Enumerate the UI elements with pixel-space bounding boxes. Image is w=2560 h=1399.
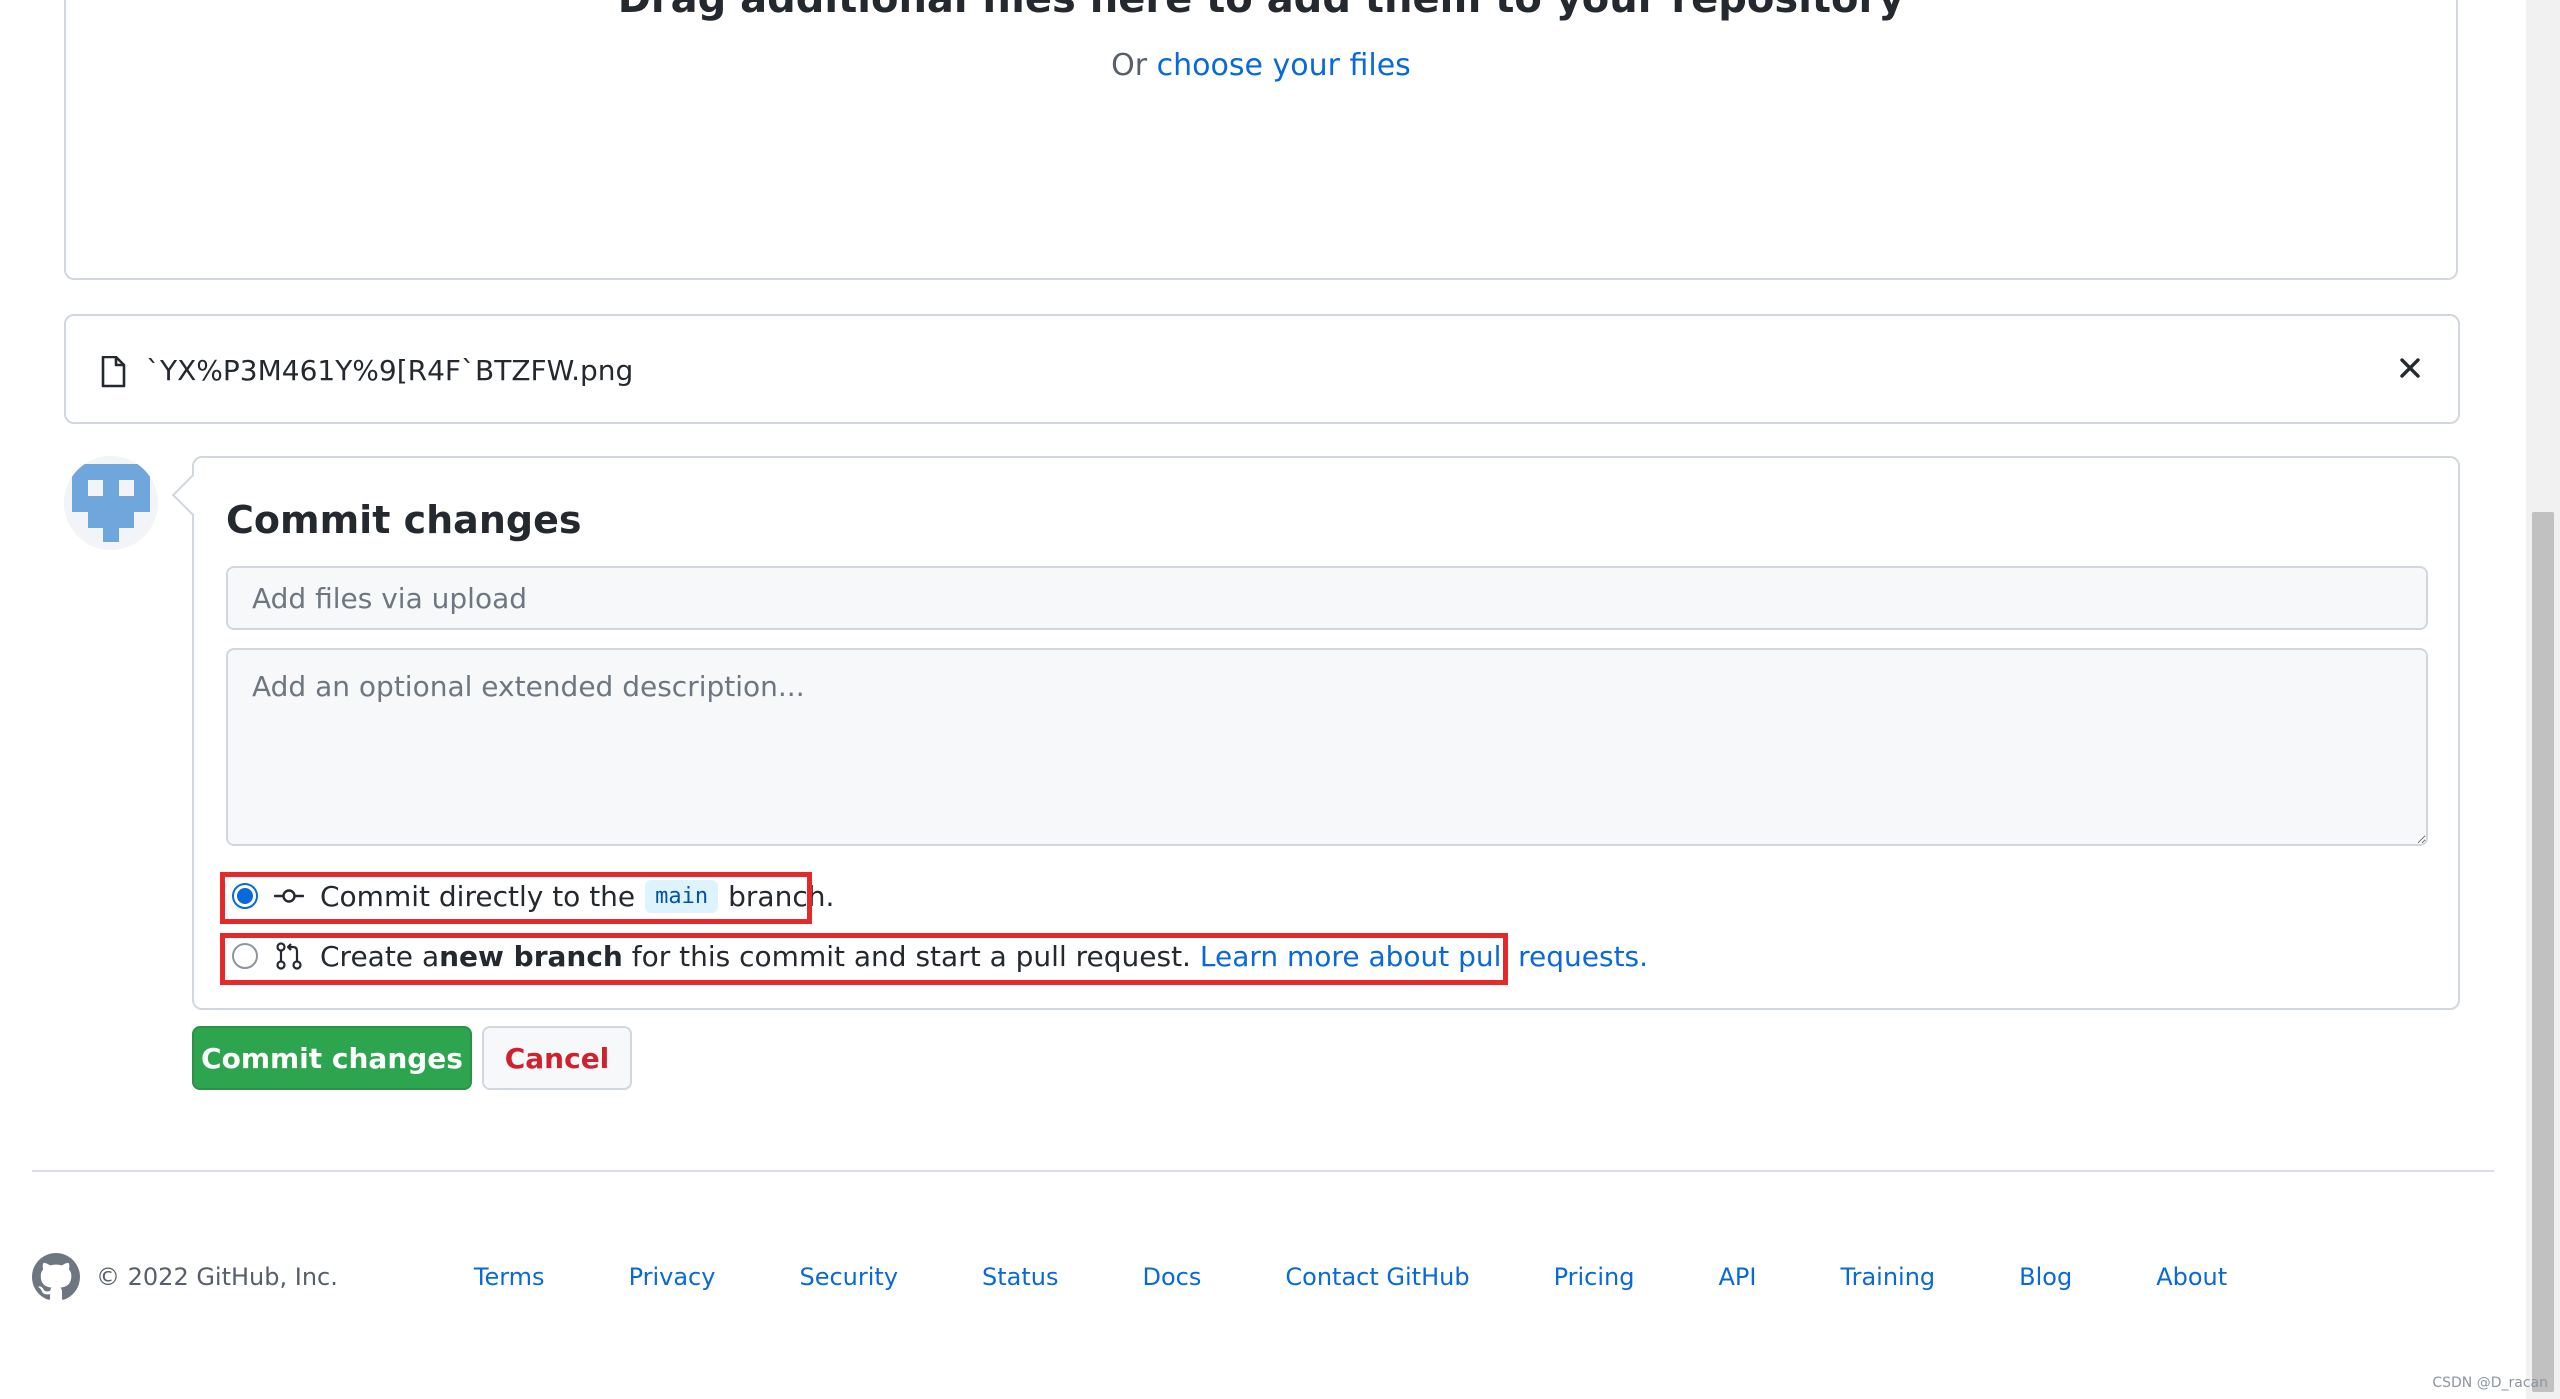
footer-link-security[interactable]: Security [799, 1263, 898, 1291]
footer-link-api[interactable]: API [1718, 1263, 1756, 1291]
cancel-button[interactable]: Cancel [482, 1026, 632, 1090]
identicon-image [64, 456, 158, 550]
commit-direct-label: Commit directly to the [320, 879, 636, 913]
commit-title: Commit changes [226, 498, 582, 542]
watermark: CSDN @D_racan [2432, 1375, 2548, 1391]
commit-summary-input[interactable] [226, 566, 2428, 630]
commit-direct-label-end: branch. [728, 879, 835, 913]
git-commit-icon [274, 889, 304, 903]
footer-link-status[interactable]: Status [982, 1263, 1058, 1291]
close-icon[interactable] [2396, 354, 2424, 382]
github-logo-icon[interactable] [32, 1253, 80, 1301]
file-name: `YX%P3M461Y%9[R4F`BTZFW.png [146, 354, 634, 387]
dropzone-title: Drag additional files here to add them t… [66, 0, 2456, 22]
footer-divider [32, 1170, 2494, 1172]
footer-copyright: © 2022 GitHub, Inc. [96, 1263, 338, 1291]
commit-direct-option[interactable]: Commit directly to the main branch. [222, 872, 834, 920]
new-branch-label-end: for this commit and start a pull request… [622, 939, 1200, 973]
scrollbar-thumb[interactable] [2532, 512, 2554, 1392]
footer-link-pricing[interactable]: Pricing [1554, 1263, 1635, 1291]
avatar [64, 456, 158, 550]
footer-link-docs[interactable]: Docs [1143, 1263, 1202, 1291]
git-pull-request-icon [276, 942, 302, 970]
footer-link-terms[interactable]: Terms [474, 1263, 545, 1291]
file-icon [101, 356, 126, 388]
commit-direct-radio[interactable] [232, 883, 258, 909]
commit-form: Commit changes Commit directly to the ma… [192, 456, 2460, 1010]
pull-requests-help-link[interactable]: Learn more about pull requests. [1200, 940, 1648, 973]
dropzone-subtitle: Or choose your files [66, 48, 2456, 83]
new-branch-label-bold: new branch [439, 939, 623, 973]
new-branch-label-start: Create a [320, 939, 440, 973]
commit-changes-button[interactable]: Commit changes [192, 1026, 472, 1090]
upload-dropzone[interactable]: Drag additional files here to add them t… [64, 0, 2458, 280]
commit-description-input[interactable] [226, 648, 2428, 846]
vertical-scrollbar[interactable] [2526, 0, 2560, 1399]
uploaded-file-row: `YX%P3M461Y%9[R4F`BTZFW.png [64, 314, 2460, 424]
dropzone-prefix: Or [1111, 48, 1157, 83]
page: Drag additional files here to add them t… [0, 0, 2560, 1399]
branch-name-badge: main [645, 879, 719, 913]
footer: © 2022 GitHub, Inc. Terms Privacy Securi… [32, 1252, 2311, 1302]
footer-link-about[interactable]: About [2156, 1263, 2227, 1291]
footer-link-privacy[interactable]: Privacy [629, 1263, 716, 1291]
footer-link-blog[interactable]: Blog [2019, 1263, 2072, 1291]
footer-link-training[interactable]: Training [1840, 1263, 1935, 1291]
new-branch-option[interactable]: Create a new branch for this commit and … [222, 932, 1648, 980]
footer-link-contact[interactable]: Contact GitHub [1285, 1263, 1469, 1291]
new-branch-radio[interactable] [232, 943, 258, 969]
choose-files-link[interactable]: choose your files [1157, 48, 1411, 83]
